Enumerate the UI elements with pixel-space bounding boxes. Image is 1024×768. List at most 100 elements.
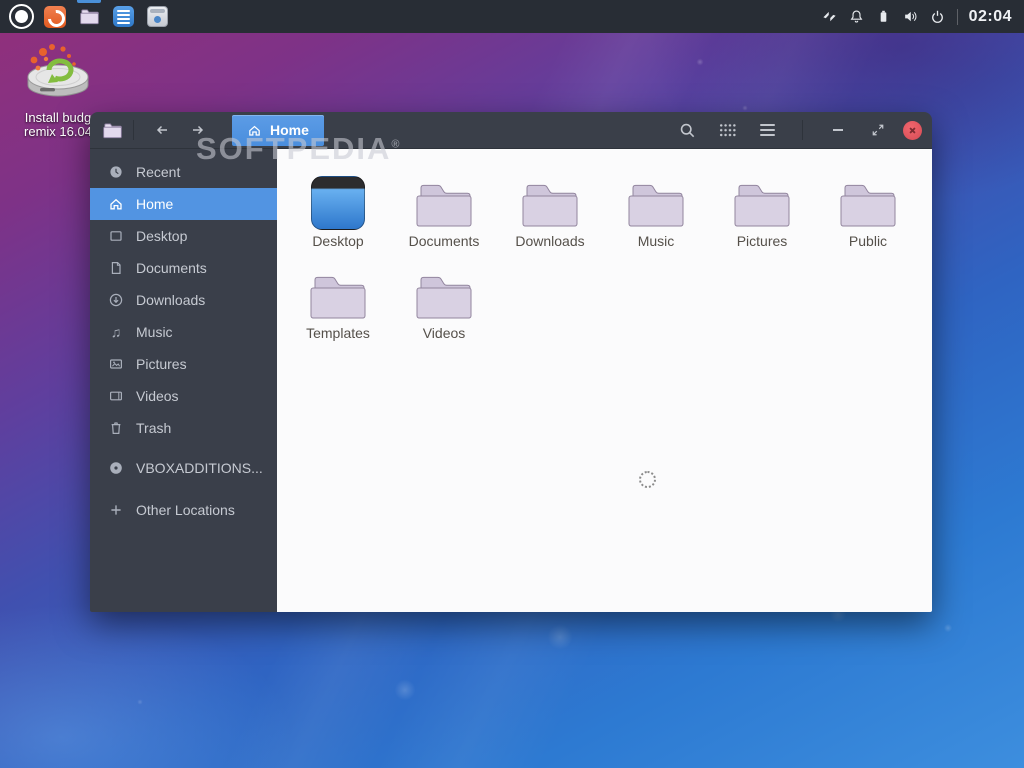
loading-spinner-icon bbox=[639, 471, 656, 488]
files-taskbar-button[interactable] bbox=[72, 0, 106, 33]
tray-separator bbox=[957, 9, 958, 25]
budgie-menu-icon bbox=[9, 4, 34, 29]
location-tab-home[interactable]: Home bbox=[232, 115, 324, 146]
minimize-icon bbox=[833, 129, 843, 131]
restore-icon bbox=[871, 123, 885, 137]
sidebar-item-music[interactable]: ♫ Music bbox=[90, 316, 277, 348]
folder-music[interactable]: Music bbox=[603, 159, 709, 251]
folder-desktop[interactable]: Desktop bbox=[285, 159, 391, 251]
text-editor-taskbar-button[interactable] bbox=[106, 0, 140, 33]
hamburger-menu-icon bbox=[760, 124, 775, 136]
grid-view-icon bbox=[719, 123, 736, 137]
sidebar-item-label: Music bbox=[136, 324, 173, 340]
power-icon[interactable] bbox=[930, 9, 946, 25]
folder-public[interactable]: Public bbox=[815, 159, 921, 251]
close-button[interactable] bbox=[903, 121, 922, 140]
sidebar-item-videos[interactable]: Videos bbox=[90, 380, 277, 412]
plus-icon bbox=[108, 502, 124, 518]
folder-documents[interactable]: Documents bbox=[391, 159, 497, 251]
files-window: Home bbox=[90, 112, 932, 612]
software-icon bbox=[147, 6, 168, 27]
sidebar-item-desktop[interactable]: Desktop bbox=[90, 220, 277, 252]
panel-clock[interactable]: 02:04 bbox=[969, 8, 1012, 26]
budgie-welcome-button[interactable] bbox=[38, 0, 72, 33]
trash-icon bbox=[108, 420, 124, 436]
folder-label: Videos bbox=[423, 325, 466, 343]
sidebar-item-pictures[interactable]: Pictures bbox=[90, 348, 277, 380]
window-titlebar[interactable]: Home bbox=[90, 112, 932, 149]
sidebar-item-other-locations[interactable]: Other Locations bbox=[90, 494, 277, 526]
document-icon bbox=[108, 260, 124, 276]
folder-icon bbox=[519, 180, 581, 230]
sidebar-item-trash[interactable]: Trash bbox=[90, 412, 277, 444]
text-editor-icon bbox=[113, 6, 134, 27]
menu-button[interactable] bbox=[752, 115, 782, 145]
folder-downloads[interactable]: Downloads bbox=[497, 159, 603, 251]
close-icon bbox=[905, 123, 920, 138]
music-note-icon: ♫ bbox=[108, 324, 124, 340]
download-icon bbox=[108, 292, 124, 308]
taskbar bbox=[0, 0, 174, 33]
sidebar-item-documents[interactable]: Documents bbox=[90, 252, 277, 284]
window-files-icon bbox=[102, 122, 123, 139]
forward-button[interactable] bbox=[183, 115, 213, 145]
folder-label: Downloads bbox=[515, 233, 584, 251]
folder-view[interactable]: Desktop Documents Do bbox=[277, 149, 932, 612]
system-tray: 02:04 bbox=[822, 0, 1024, 33]
software-taskbar-button[interactable] bbox=[140, 0, 174, 33]
sidebar-item-label: Pictures bbox=[136, 356, 187, 372]
sidebar-item-label: Home bbox=[136, 196, 173, 212]
volume-icon[interactable] bbox=[903, 9, 919, 25]
sidebar-item-label: Documents bbox=[136, 260, 207, 276]
grid-view-button[interactable] bbox=[712, 115, 742, 145]
folder-icon bbox=[413, 180, 475, 230]
install-drive-icon bbox=[18, 40, 98, 106]
sidebar-item-label: Trash bbox=[136, 420, 171, 436]
folder-label: Desktop bbox=[312, 233, 363, 251]
folder-templates[interactable]: Templates bbox=[285, 251, 391, 343]
folder-icon bbox=[837, 180, 899, 230]
picture-icon bbox=[108, 356, 124, 372]
network-icon[interactable] bbox=[822, 9, 838, 25]
minimize-button[interactable] bbox=[823, 115, 853, 145]
folder-label: Public bbox=[849, 233, 887, 251]
budgie-welcome-icon bbox=[44, 6, 66, 28]
folder-icon bbox=[731, 180, 793, 230]
folder-label: Documents bbox=[409, 233, 480, 251]
sidebar-item-downloads[interactable]: Downloads bbox=[90, 284, 277, 316]
search-icon bbox=[679, 122, 696, 139]
sidebar-item-vboxadditions[interactable]: VBOXADDITIONS... bbox=[90, 452, 277, 484]
notifications-bell-icon[interactable] bbox=[849, 9, 865, 25]
sidebar-item-label: Downloads bbox=[136, 292, 205, 308]
budgie-menu-button[interactable] bbox=[4, 0, 38, 33]
desktop-screen: Install budg remix 16.04 bbox=[0, 0, 1024, 768]
places-sidebar: Recent Home Desktop bbox=[90, 149, 277, 612]
recent-clock-icon bbox=[108, 164, 124, 180]
restore-button[interactable] bbox=[863, 115, 893, 145]
folder-pictures[interactable]: Pictures bbox=[709, 159, 815, 251]
sidebar-item-label: Desktop bbox=[136, 228, 187, 244]
sidebar-item-recent[interactable]: Recent bbox=[90, 156, 277, 188]
folder-videos[interactable]: Videos bbox=[391, 251, 497, 343]
home-icon bbox=[108, 196, 124, 212]
back-button[interactable] bbox=[147, 115, 177, 145]
sidebar-item-home[interactable]: Home bbox=[90, 188, 277, 220]
sidebar-item-label: Recent bbox=[136, 164, 180, 180]
titlebar-separator bbox=[133, 120, 134, 140]
folder-icon bbox=[307, 272, 369, 322]
optical-disc-icon bbox=[108, 460, 124, 476]
folder-icon bbox=[413, 272, 475, 322]
sidebar-item-label: Videos bbox=[136, 388, 179, 404]
video-icon bbox=[108, 388, 124, 404]
top-panel: 02:04 bbox=[0, 0, 1024, 33]
sidebar-item-label: Other Locations bbox=[136, 502, 235, 518]
folder-label: Music bbox=[638, 233, 675, 251]
home-icon bbox=[247, 123, 262, 138]
search-button[interactable] bbox=[672, 115, 702, 145]
files-icon bbox=[79, 8, 100, 25]
active-window-indicator bbox=[77, 0, 101, 3]
folder-label: Templates bbox=[306, 325, 370, 343]
icon-grid: Desktop Documents Do bbox=[285, 159, 932, 343]
battery-icon[interactable] bbox=[876, 9, 892, 25]
desktop-special-icon bbox=[311, 176, 365, 230]
